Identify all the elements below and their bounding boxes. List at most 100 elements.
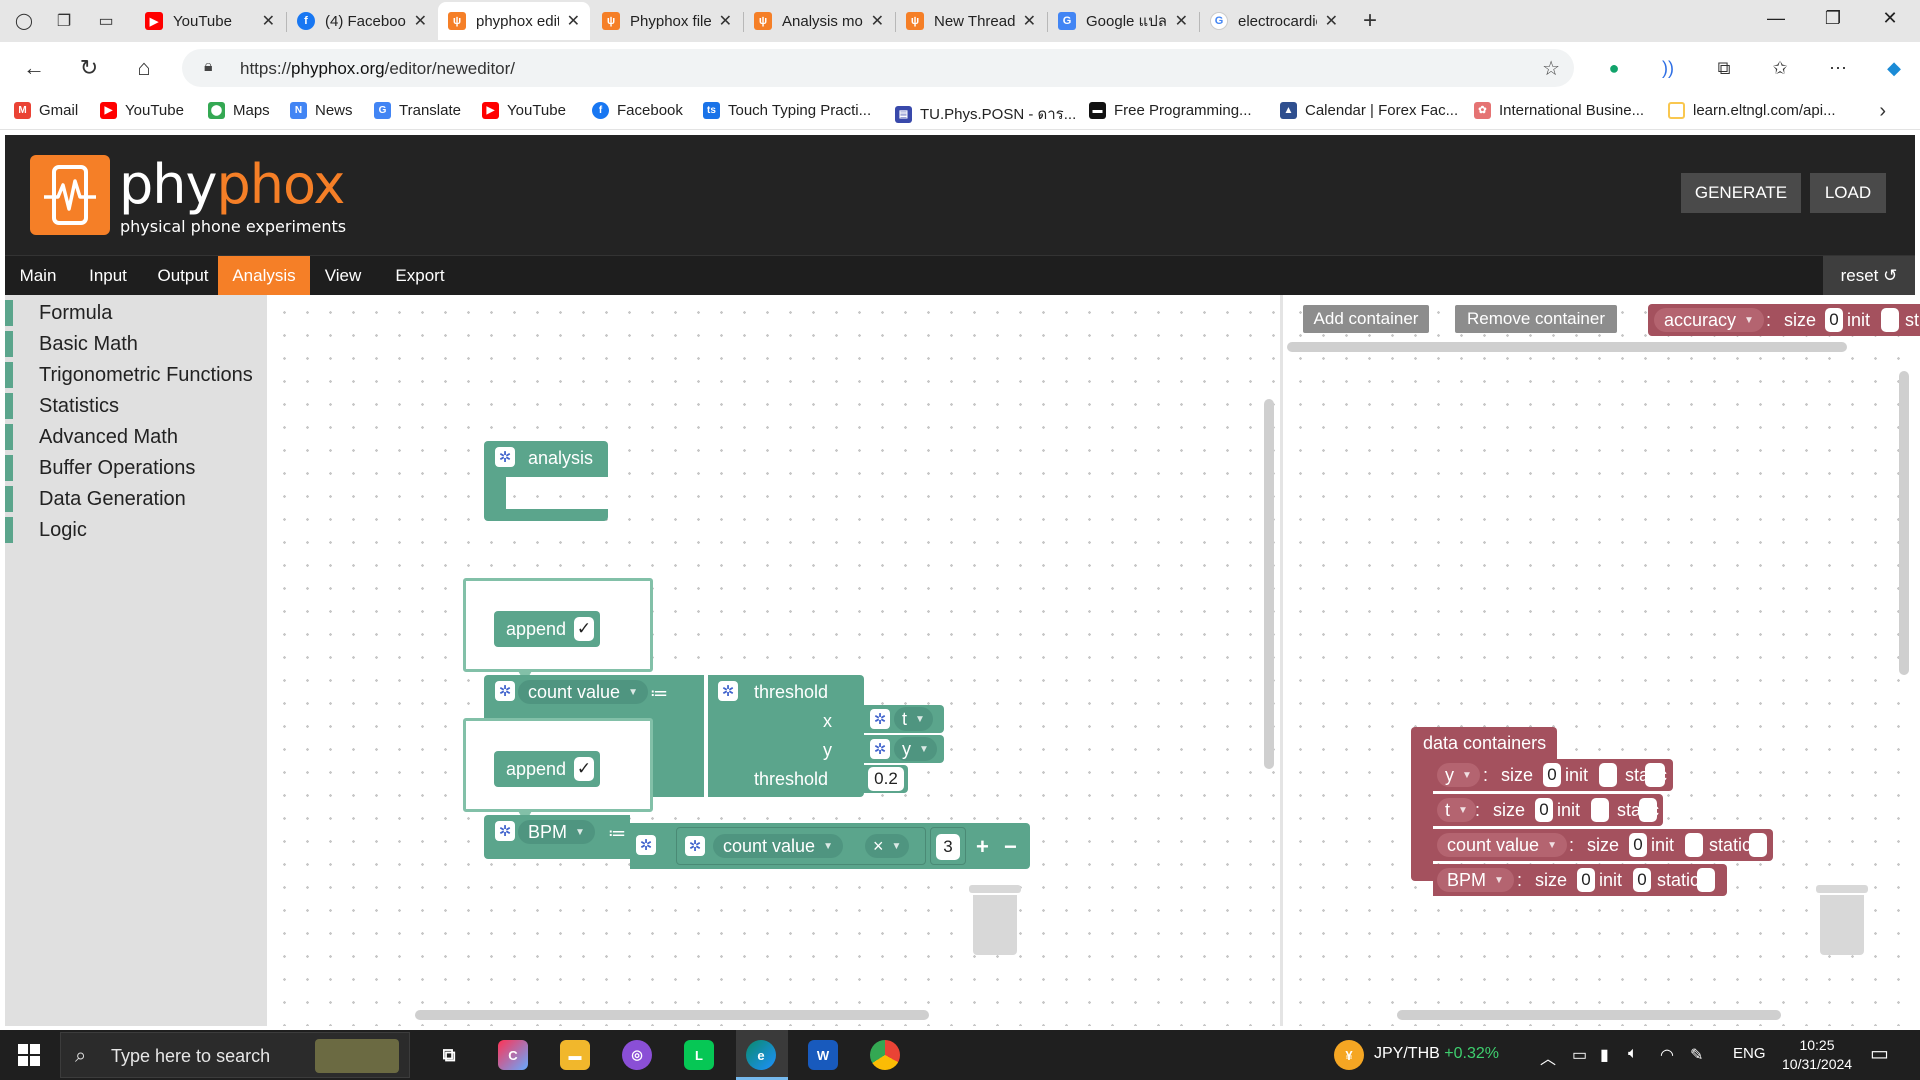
size-field[interactable]: 0 — [1535, 798, 1553, 822]
chrome-icon[interactable] — [870, 1040, 900, 1070]
analysis-block[interactable]: ✲ analysis — [484, 441, 608, 477]
url-text[interactable]: https://phyphox.org/editor/neweditor/ — [240, 59, 515, 79]
append-toggle-2[interactable]: append ✓ — [494, 751, 600, 787]
url-bar[interactable]: 🔒︎ https://phyphox.org/editor/neweditor/… — [182, 49, 1574, 87]
category-trigonometric-functions[interactable]: Trigonometric Functions — [5, 361, 267, 389]
number-operand[interactable]: 3 — [930, 827, 966, 865]
tab-output[interactable]: Output — [145, 256, 221, 296]
reset-button[interactable]: reset ↺ — [1823, 256, 1915, 296]
tab-phyphox-file-format[interactable]: ψ Phyphox file form ✕ — [592, 2, 742, 40]
category-basic-math[interactable]: Basic Math — [5, 330, 267, 358]
tab-analysis-module[interactable]: ψ Analysis module ✕ — [744, 2, 894, 40]
task-view-icon[interactable]: ⧉ — [434, 1040, 464, 1070]
refresh-icon[interactable]: ↻ — [75, 54, 103, 82]
tab-input[interactable]: Input — [75, 256, 141, 296]
append-toggle[interactable]: append ✓ — [494, 611, 600, 647]
bookmark-news[interactable]: N News — [290, 102, 353, 119]
restore-icon[interactable]: ❐ — [1813, 8, 1853, 29]
append-checkbox[interactable]: ✓ — [574, 757, 594, 781]
minimize-icon[interactable]: — — [1756, 8, 1796, 29]
horizontal-scrollbar[interactable] — [1287, 342, 1847, 352]
data-containers-block[interactable]: data containers — [1411, 727, 1557, 759]
gear-icon[interactable]: ✲ — [870, 709, 890, 729]
more-menu-icon[interactable]: ⋯ — [1824, 54, 1852, 82]
close-tab-icon[interactable]: ✕ — [1175, 11, 1188, 31]
tab-main[interactable]: Main — [5, 256, 71, 296]
init-field[interactable] — [1591, 798, 1609, 822]
close-tab-icon[interactable]: ✕ — [871, 11, 884, 31]
bookmark-facebook[interactable]: f Facebook — [592, 102, 683, 119]
notifications-icon[interactable]: ▭ — [1870, 1041, 1889, 1066]
gear-icon[interactable]: ✲ — [870, 739, 890, 759]
t-variable-block[interactable]: ✲ t ▼ — [864, 705, 944, 733]
tab-analysis[interactable]: Analysis — [218, 256, 310, 296]
bpm-dropdown[interactable]: BPM ▼ — [518, 820, 595, 844]
append-checkbox[interactable]: ✓ — [574, 617, 594, 641]
close-tab-icon[interactable]: ✕ — [719, 11, 732, 31]
init-field[interactable] — [1685, 833, 1703, 857]
threshold-value-field[interactable]: 0.2 — [868, 767, 904, 791]
y-variable-block[interactable]: ✲ y ▼ — [864, 735, 944, 763]
taskbar-search[interactable]: ⌕ Type here to search — [60, 1032, 410, 1078]
remove-container-button[interactable]: Remove container — [1455, 305, 1617, 333]
container-row-bpm[interactable]: BPM ▼ : size 0 init 0 static — [1433, 864, 1727, 896]
input-language[interactable]: ENG — [1733, 1045, 1766, 1062]
init-field[interactable] — [1599, 763, 1617, 787]
close-tab-icon[interactable]: ✕ — [567, 11, 580, 31]
y-variable-dropdown[interactable]: y ▼ — [894, 737, 937, 761]
category-logic[interactable]: Logic — [5, 516, 267, 544]
vertical-scrollbar[interactable] — [1899, 371, 1909, 675]
copilot-app-icon[interactable]: C — [498, 1040, 528, 1070]
tab-new-thread[interactable]: ψ New Thread in E ✕ — [896, 2, 1046, 40]
close-tab-icon[interactable]: ✕ — [1325, 11, 1338, 31]
horizontal-scrollbar[interactable] — [415, 1010, 929, 1020]
category-advanced-math[interactable]: Advanced Math — [5, 423, 267, 451]
edge-browser-icon[interactable]: e — [746, 1040, 776, 1070]
static-checkbox[interactable] — [1645, 763, 1665, 787]
container-row-y[interactable]: y▼ : size 0 init static — [1433, 759, 1673, 791]
close-tab-icon[interactable]: ✕ — [1023, 11, 1036, 31]
add-container-button[interactable]: Add container — [1303, 305, 1429, 333]
category-statistics[interactable]: Statistics — [5, 392, 267, 420]
battery-icon[interactable]: ▮ — [1600, 1045, 1609, 1065]
init-field[interactable] — [1881, 308, 1899, 332]
bookmark-free-programming[interactable]: ▬ Free Programming... — [1089, 102, 1252, 119]
container-row-count-value[interactable]: count value ▼ : size 0 init static — [1433, 829, 1773, 861]
size-field[interactable]: 0 — [1577, 868, 1595, 892]
bookmark-youtube-2[interactable]: ▶ YouTube — [482, 102, 566, 119]
extensions-icon[interactable]: ⧉ — [1710, 54, 1738, 82]
copilot-icon[interactable]: ◆ — [1880, 54, 1908, 82]
bookmark-gmail[interactable]: M Gmail — [14, 102, 78, 119]
favorites-icon[interactable]: ✩ — [1766, 54, 1794, 82]
container-row-t[interactable]: t ▼ : size 0 init static — [1433, 794, 1663, 826]
chevron-right-icon[interactable]: › — [1879, 100, 1886, 123]
container-name-dropdown[interactable]: y ▼ — [1437, 763, 1480, 787]
append-comment-bubble[interactable]: append ✓ — [463, 578, 653, 672]
word-app-icon[interactable]: W — [808, 1040, 838, 1070]
bookmark-learn-eltngl[interactable]: learn.eltngl.com/api... — [1668, 102, 1836, 119]
bookmark-translate[interactable]: G Translate — [374, 102, 461, 119]
vertical-scrollbar[interactable] — [1264, 399, 1274, 769]
tab-phyphox-editor[interactable]: ψ phyphox editor ✕ — [438, 2, 590, 40]
close-tab-icon[interactable]: ✕ — [414, 11, 427, 31]
size-field[interactable]: 0 — [1825, 308, 1843, 332]
bookmark-international-business[interactable]: ✿ International Busine... — [1474, 102, 1644, 119]
read-aloud-icon[interactable]: )) — [1654, 54, 1682, 82]
currency-ticker[interactable]: JPY/THB +0.32% — [1374, 1045, 1499, 1063]
gear-icon[interactable]: ✲ — [636, 835, 656, 855]
home-icon[interactable]: ⌂ — [130, 54, 158, 82]
bpm-assign-block[interactable]: ✲ BPM ▼ ≔ — [484, 815, 630, 859]
gear-icon[interactable]: ✲ — [685, 836, 705, 856]
bookmark-touch-typing[interactable]: ts Touch Typing Practi... — [703, 102, 871, 119]
tab-electrocardiogram[interactable]: G electrocardiogra ✕ — [1200, 2, 1348, 40]
threshold-block[interactable]: ✲ threshold x y threshold — [708, 675, 864, 797]
container-name-dropdown[interactable]: count value ▼ — [1437, 833, 1567, 857]
clock[interactable]: 10:25 10/31/2024 — [1782, 1036, 1852, 1074]
category-formula[interactable]: Formula — [5, 299, 267, 327]
static-checkbox[interactable] — [1749, 833, 1767, 857]
static-checkbox[interactable] — [1639, 798, 1657, 822]
chrome-dev-icon[interactable]: ◎ — [622, 1040, 652, 1070]
new-tab-icon[interactable]: + — [1358, 7, 1382, 34]
container-name-dropdown[interactable]: t ▼ — [1437, 798, 1476, 822]
wifi-icon[interactable]: ◠ — [1660, 1045, 1674, 1065]
